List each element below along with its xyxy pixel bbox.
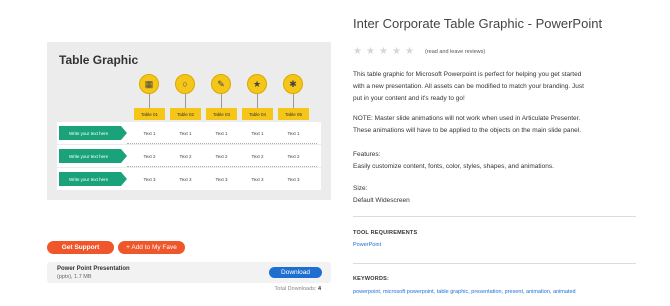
table-cell: Text 3: [251, 177, 264, 182]
row-label: Write your text here: [59, 172, 127, 186]
row-label: Write your text here: [59, 149, 127, 163]
star-icon[interactable]: ★: [379, 47, 389, 57]
table-cell: Text 3: [215, 177, 228, 182]
description-line: This table graphic for Microsoft Powerpo…: [353, 71, 582, 78]
divider: [353, 263, 636, 264]
table-cell: Text 1: [287, 131, 300, 136]
row-label: Write your text here: [59, 126, 127, 140]
table-cell: Text 1: [251, 131, 264, 136]
keywords-heading: KEYWORDS:: [353, 276, 390, 282]
features-text: Easily customize content, fonts, color, …: [353, 163, 554, 170]
features-label: Features:: [353, 151, 381, 158]
building-icon: ▦: [139, 74, 159, 94]
rating-stars[interactable]: ★ ★ ★ ★ ★: [353, 47, 415, 57]
file-size: (pptx), 1.7 MB: [57, 274, 92, 280]
column-header: Table 04: [242, 108, 273, 120]
description-line: put in your content and it's ready to go…: [353, 95, 465, 102]
table-cell: Text 3: [179, 177, 192, 182]
add-to-fave-button[interactable]: + Add to My Fave: [118, 241, 185, 254]
note-line: These animations will have to be applied…: [353, 127, 582, 134]
slide-title: Table Graphic: [59, 53, 139, 67]
star-icon[interactable]: ★: [392, 47, 402, 57]
connector-line: [293, 94, 294, 108]
table-cell: Text 2: [287, 154, 300, 159]
table-cell: Text 2: [251, 154, 264, 159]
row-divider: [127, 166, 317, 167]
table-cell: Text 2: [143, 154, 156, 159]
product-title: Inter Corporate Table Graphic - PowerPoi…: [353, 16, 603, 31]
tool-requirements-heading: TOOL REQUIREMENTS: [353, 230, 418, 236]
description-line: with a new presentation. All assets can …: [353, 83, 584, 90]
star-icon[interactable]: ★: [366, 47, 376, 57]
network-icon: ★: [247, 74, 267, 94]
tool-requirement-link[interactable]: PowerPoint: [353, 242, 381, 248]
star-icon[interactable]: ★: [405, 47, 415, 57]
document-pen-icon: ✎: [211, 74, 231, 94]
table-cell: Text 3: [143, 177, 156, 182]
row-divider: [127, 143, 317, 144]
total-downloads-count: 4: [317, 286, 321, 292]
table-cell: Text 2: [215, 154, 228, 159]
connector-line: [185, 94, 186, 108]
connector-line: [257, 94, 258, 108]
column-header: Table 05: [278, 108, 309, 120]
table-cell: Text 1: [179, 131, 192, 136]
divider: [353, 216, 636, 217]
connector-line: [149, 94, 150, 108]
file-name: Power Point Presentation: [57, 266, 130, 272]
star-icon[interactable]: ★: [353, 47, 363, 57]
product-preview-image[interactable]: Table Graphic ▦ ○ ✎ ★ ✱ Table 01 Table 0…: [47, 42, 331, 200]
download-button[interactable]: Download: [269, 267, 322, 278]
size-label: Size:: [353, 185, 368, 192]
reviews-link[interactable]: (read and leave reviews): [425, 49, 485, 55]
share-icon: ✱: [283, 74, 303, 94]
table-cell: Text 3: [287, 177, 300, 182]
total-downloads: Total Downloads: 4: [275, 286, 321, 292]
table-cell: Text 2: [179, 154, 192, 159]
column-header: Table 03: [206, 108, 237, 120]
table-cell: Text 1: [215, 131, 228, 136]
coins-icon: ○: [175, 74, 195, 94]
column-header: Table 02: [170, 108, 201, 120]
size-value: Default Widescreen: [353, 197, 410, 204]
total-downloads-label: Total Downloads:: [274, 286, 317, 292]
keywords-links[interactable]: powerpoint, microsoft powerpoint, table …: [353, 289, 576, 295]
column-header: Table 01: [134, 108, 165, 120]
connector-line: [221, 94, 222, 108]
table-cell: Text 1: [143, 131, 156, 136]
get-support-button[interactable]: Get Support: [47, 241, 114, 254]
note-line: NOTE: Master slide animations will not w…: [353, 115, 581, 122]
